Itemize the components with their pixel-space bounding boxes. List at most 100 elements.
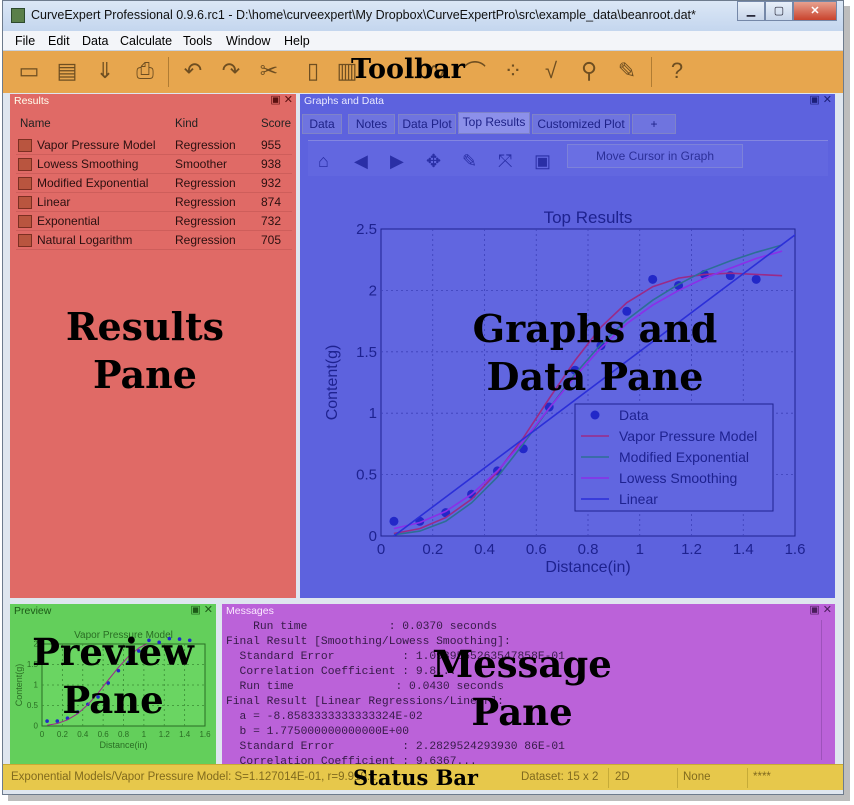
result-name: Modified Exponential: [37, 176, 149, 190]
results-row[interactable]: Linear Regression 874: [16, 193, 292, 212]
y-tick-label: 0: [34, 722, 39, 731]
results-row[interactable]: Exponential Regression 732: [16, 212, 292, 231]
tab-data[interactable]: Data: [302, 114, 342, 134]
menu-edit[interactable]: Edit: [48, 34, 70, 48]
menu-data[interactable]: Data: [82, 34, 108, 48]
menu-tools[interactable]: Tools: [183, 34, 212, 48]
status-dimension: 2D: [615, 771, 630, 783]
messages-overlay-line2: Pane: [471, 690, 573, 734]
x-tick-label: 0.2: [422, 541, 443, 558]
copy-icon[interactable]: ▯: [299, 57, 327, 85]
x-tick-label: 1.6: [199, 730, 211, 739]
legend-label: Linear: [619, 491, 658, 507]
result-kind: Regression: [175, 214, 236, 228]
x-tick-label: 0: [40, 730, 45, 739]
undo-icon[interactable]: ↶: [179, 57, 207, 85]
menu-bar: File Edit Data Calculate Tools Window He…: [3, 31, 843, 51]
search-icon[interactable]: ⚲: [575, 57, 603, 85]
results-row[interactable]: Lowess Smoothing Smoother 938: [16, 155, 292, 174]
result-model-icon: [18, 158, 32, 171]
status-bar: Exponential Models/Vapor Pressure Model:…: [3, 764, 843, 790]
results-col-name[interactable]: Name: [20, 118, 51, 130]
preview-pane-buttons[interactable]: ▣ ✕: [190, 604, 213, 617]
graphs-pane-buttons[interactable]: ▣ ✕: [809, 94, 832, 107]
y-axis-label: Content(g): [324, 345, 341, 421]
menu-window[interactable]: Window: [226, 34, 270, 48]
x-tick-label: 0.6: [526, 541, 547, 558]
tab-add[interactable]: +: [632, 114, 676, 134]
y-tick-label: 1.5: [356, 344, 377, 361]
result-name: Lowess Smoothing: [37, 157, 139, 171]
messages-pane-buttons[interactable]: ▣ ✕: [809, 604, 832, 617]
save-icon[interactable]: ⇓: [91, 57, 119, 85]
tab-customized-plot[interactable]: Customized Plot: [532, 114, 630, 134]
result-kind: Regression: [175, 233, 236, 247]
menu-calculate[interactable]: Calculate: [120, 34, 172, 48]
help-icon[interactable]: ?: [663, 57, 691, 85]
x-tick-label: 0.2: [57, 730, 69, 739]
result-score: 938: [261, 157, 282, 171]
result-model-icon: [18, 215, 32, 228]
window-title: CurveExpert Professional 0.9.6.rc1 - D:\…: [31, 8, 696, 22]
x-tick-label: 0: [377, 541, 385, 558]
results-row[interactable]: Modified Exponential Regression 932: [16, 174, 292, 193]
x-tick-label: 1.4: [179, 730, 191, 739]
results-col-score[interactable]: Score: [261, 118, 291, 130]
minimize-button[interactable]: ▁: [737, 1, 765, 21]
x-tick-label: 1.4: [733, 541, 754, 558]
back-icon[interactable]: ◀: [354, 151, 368, 172]
tab-top-results[interactable]: Top Results: [458, 112, 530, 134]
results-row[interactable]: Natural Logarithm Regression 705: [16, 231, 292, 250]
messages-scrollbar[interactable]: [821, 620, 833, 760]
results-row[interactable]: Vapor Pressure Model Regression 955: [16, 136, 292, 155]
graphs-overlay-line1: Graphs and: [472, 306, 718, 351]
results-overlay-line1: Results: [65, 304, 225, 349]
graphs-overlay-line2: Data Pane: [486, 354, 704, 399]
function-icon[interactable]: √: [537, 57, 565, 85]
result-model-icon: [18, 139, 32, 152]
menu-file[interactable]: File: [15, 34, 35, 48]
menu-help[interactable]: Help: [284, 34, 310, 48]
x-tick-label: 0.6: [98, 730, 110, 739]
move-cursor-button[interactable]: Move Cursor in Graph: [567, 144, 743, 168]
message-line: Standard Error : 2.2829524293930 86E-01: [226, 741, 565, 753]
x-axis-label: Distance(in): [545, 559, 630, 576]
script-icon[interactable]: ✎: [613, 57, 641, 85]
redo-icon[interactable]: ↷: [217, 57, 245, 85]
x-tick-label: 0.8: [118, 730, 130, 739]
y-tick-label: 0.5: [356, 467, 377, 484]
zoom-icon[interactable]: ⤧: [498, 151, 512, 172]
title-bar[interactable]: CurveExpert Professional 0.9.6.rc1 - D:\…: [3, 1, 843, 31]
tab-notes[interactable]: Notes: [348, 114, 395, 134]
status-dataset: Dataset: 15 x 2: [521, 771, 599, 783]
x-tick-label: 1: [142, 730, 147, 739]
scatter-icon[interactable]: ⁘: [499, 57, 527, 85]
y-tick-label: 2.5: [356, 221, 377, 238]
edit-icon[interactable]: ✎: [462, 151, 477, 172]
results-pane-buttons[interactable]: ▣ ✕: [270, 94, 293, 107]
curve-icon[interactable]: ⌒: [461, 57, 489, 85]
preview-overlay-line2: Pane: [62, 678, 164, 722]
pan-icon[interactable]: ✥: [426, 151, 441, 172]
open-folder-icon[interactable]: ▤: [53, 57, 81, 85]
forward-icon[interactable]: ▶: [390, 151, 404, 172]
data-point: [389, 516, 399, 526]
result-kind: Regression: [175, 138, 236, 152]
x-tick-label: 1.2: [681, 541, 702, 558]
home-icon[interactable]: ⌂: [318, 151, 329, 172]
close-button[interactable]: ✕: [793, 1, 837, 21]
message-line: Run time : 0.0370 seconds: [226, 621, 498, 633]
graphs-pane-title: Graphs and Data: [304, 95, 384, 107]
result-kind: Regression: [175, 176, 236, 190]
new-file-icon[interactable]: ▭: [15, 57, 43, 85]
x-axis-label: Distance(in): [99, 740, 147, 750]
print-icon[interactable]: ⎙: [131, 57, 159, 85]
data-point: [751, 274, 761, 284]
tab-data-plot[interactable]: Data Plot: [398, 114, 456, 134]
result-name: Natural Logarithm: [37, 233, 133, 247]
save-figure-icon[interactable]: ▣: [534, 151, 551, 172]
cut-icon[interactable]: ✂: [255, 57, 283, 85]
results-col-kind[interactable]: Kind: [175, 118, 198, 130]
maximize-button[interactable]: ▢: [765, 1, 793, 21]
y-tick-label: 1: [369, 405, 377, 422]
